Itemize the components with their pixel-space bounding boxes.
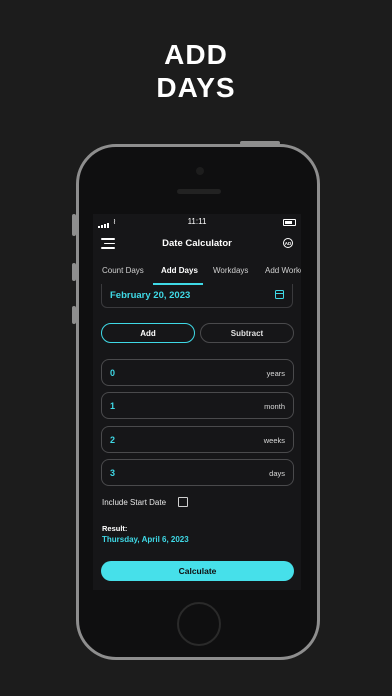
result-value: Thursday, April 6, 2023 [102, 535, 189, 544]
tab-workdays[interactable]: Workdays [213, 266, 248, 275]
app-title: Date Calculator [162, 238, 232, 249]
include-start-date-checkbox[interactable] [178, 497, 188, 507]
subtract-mode-button[interactable]: Subtract [200, 323, 294, 343]
camera-icon [196, 167, 204, 175]
promo-line-2: DAYS [156, 72, 236, 103]
weeks-value: 2 [110, 435, 116, 445]
mute-switch [72, 214, 76, 236]
status-bar: ≀ 11:11 [93, 214, 301, 230]
years-field[interactable]: 0 years [101, 359, 294, 386]
promo-headline: ADD DAYS [0, 38, 392, 104]
tab-count-days[interactable]: Count Days [102, 266, 144, 275]
weeks-unit: weeks [263, 436, 285, 445]
promo-line-1: ADD [164, 39, 228, 70]
tab-bar: Count Days Add Days Workdays Add Workd [93, 258, 301, 286]
remove-ads-icon[interactable]: AD [283, 238, 293, 248]
tab-add-days[interactable]: Add Days [161, 266, 198, 275]
include-start-date-label: Include Start Date [102, 498, 167, 507]
app-screen: ≀ 11:11 Date Calculator AD Count Days Ad… [93, 214, 301, 590]
volume-up-button [72, 263, 76, 281]
months-field[interactable]: 1 month [101, 392, 294, 419]
power-button [240, 141, 280, 145]
months-unit: month [264, 402, 285, 411]
days-value: 3 [110, 468, 116, 478]
years-unit: years [266, 369, 285, 378]
add-mode-button[interactable]: Add [101, 323, 195, 343]
years-value: 0 [110, 368, 116, 378]
home-button [177, 602, 221, 646]
result-label: Result: [102, 524, 128, 533]
weeks-field[interactable]: 2 weeks [101, 426, 294, 453]
calculate-button[interactable]: Calculate [101, 561, 294, 581]
start-date-value: February 20, 2023 [110, 290, 191, 301]
tab-add-workdays[interactable]: Add Workd [265, 266, 301, 275]
battery-icon [283, 219, 296, 226]
days-field[interactable]: 3 days [101, 459, 294, 486]
volume-down-button [72, 306, 76, 324]
months-value: 1 [110, 401, 116, 411]
status-time: 11:11 [187, 217, 207, 226]
calendar-icon[interactable] [275, 290, 284, 299]
days-unit: days [269, 469, 285, 478]
start-date-field[interactable]: February 20, 2023 [101, 284, 293, 308]
app-bar: Date Calculator AD [93, 232, 301, 254]
speaker-grille [177, 189, 221, 194]
